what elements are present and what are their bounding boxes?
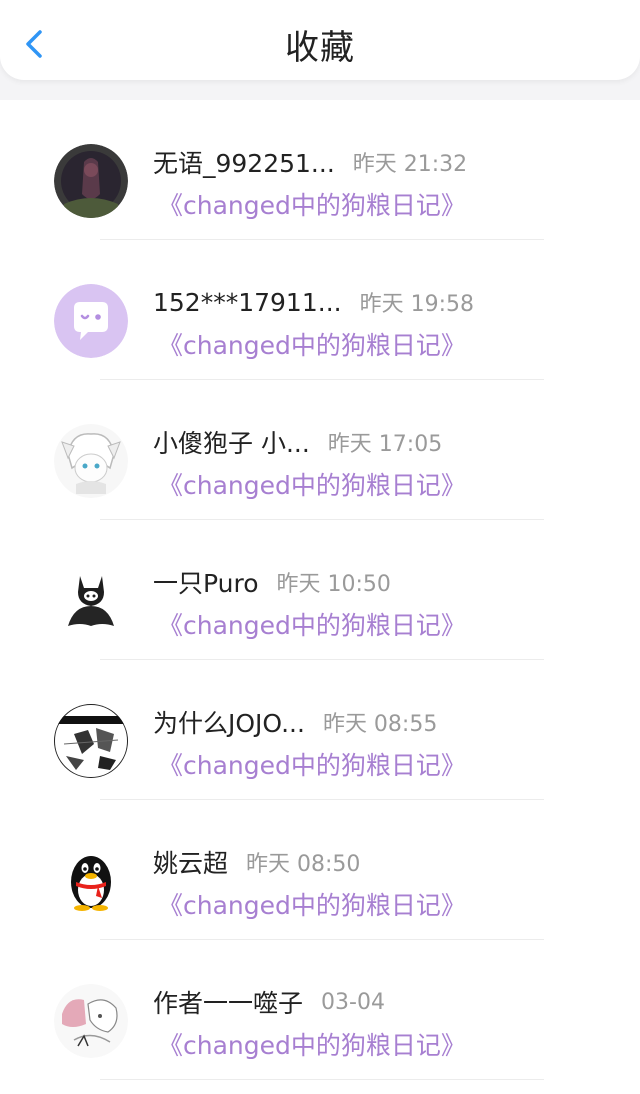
timestamp: 昨天 10:50 [276, 572, 391, 597]
user-name[interactable]: 无语_992251... [153, 144, 335, 180]
manga-avatar[interactable] [54, 704, 128, 778]
user-name[interactable]: 作者一一噬子 [153, 984, 303, 1020]
user-name[interactable]: 为什么JOJO... [153, 704, 305, 740]
list-item[interactable]: 姚云超 昨天 08:50 《changed中的狗粮日记》 [0, 800, 640, 940]
qq-penguin-avatar[interactable] [54, 844, 128, 918]
sketch-avatar[interactable] [54, 984, 128, 1058]
timestamp: 昨天 19:58 [359, 292, 474, 317]
name-line: 无语_992251... 昨天 21:32 [153, 142, 467, 182]
favorite-title-link[interactable]: 《changed中的狗粮日记》 [158, 1026, 466, 1062]
favorite-title-link[interactable]: 《changed中的狗粮日记》 [158, 186, 466, 222]
divider [100, 1079, 544, 1080]
timestamp: 03-04 [321, 989, 385, 1015]
user-name[interactable]: 一只Puro [153, 564, 259, 600]
list-item[interactable]: 为什么JOJO... 昨天 08:55 《changed中的狗粮日记》 [0, 660, 640, 800]
name-line: 152***17911... 昨天 19:58 [153, 282, 474, 322]
favorite-title-link[interactable]: 《changed中的狗粮日记》 [158, 466, 466, 502]
list-item[interactable]: 无语_992251... 昨天 21:32 《changed中的狗粮日记》 [0, 100, 640, 240]
chat-bubble-avatar[interactable] [54, 284, 128, 358]
page-title: 收藏 [285, 28, 355, 68]
name-line: 作者一一噬子 03-04 [153, 982, 385, 1022]
favorites-list: 无语_992251... 昨天 21:32 《changed中的狗粮日记》 15… [0, 100, 640, 1080]
name-line: 小傻狍子 小... 昨天 17:05 [153, 422, 442, 462]
dark-figure-avatar[interactable] [54, 144, 128, 218]
timestamp: 昨天 21:32 [352, 152, 468, 177]
list-item[interactable]: 作者一一噬子 03-04 《changed中的狗粮日记》 [0, 940, 640, 1080]
user-name[interactable]: 小傻狍子 小... [153, 424, 310, 460]
name-line: 一只Puro 昨天 10:50 [153, 562, 391, 602]
name-line: 姚云超 昨天 08:50 [153, 842, 360, 882]
list-item[interactable]: 152***17911... 昨天 19:58 《changed中的狗粮日记》 [0, 240, 640, 380]
list-item[interactable]: 一只Puro 昨天 10:50 《changed中的狗粮日记》 [0, 520, 640, 660]
favorite-title-link[interactable]: 《changed中的狗粮日记》 [158, 326, 466, 362]
puro-avatar[interactable] [54, 564, 128, 638]
user-name[interactable]: 姚云超 [153, 844, 228, 880]
anime-white-hair-avatar[interactable] [54, 424, 128, 498]
favorite-title-link[interactable]: 《changed中的狗粮日记》 [158, 606, 466, 642]
timestamp: 昨天 17:05 [327, 432, 443, 457]
timestamp: 昨天 08:55 [322, 712, 438, 737]
timestamp: 昨天 08:50 [246, 852, 361, 877]
top-bar: 收藏 [0, 0, 640, 80]
favorite-title-link[interactable]: 《changed中的狗粮日记》 [158, 886, 466, 922]
name-line: 为什么JOJO... 昨天 08:55 [153, 702, 437, 742]
favorite-title-link[interactable]: 《changed中的狗粮日记》 [158, 746, 466, 782]
list-item[interactable]: 小傻狍子 小... 昨天 17:05 《changed中的狗粮日记》 [0, 380, 640, 520]
user-name[interactable]: 152***17911... [153, 288, 342, 317]
